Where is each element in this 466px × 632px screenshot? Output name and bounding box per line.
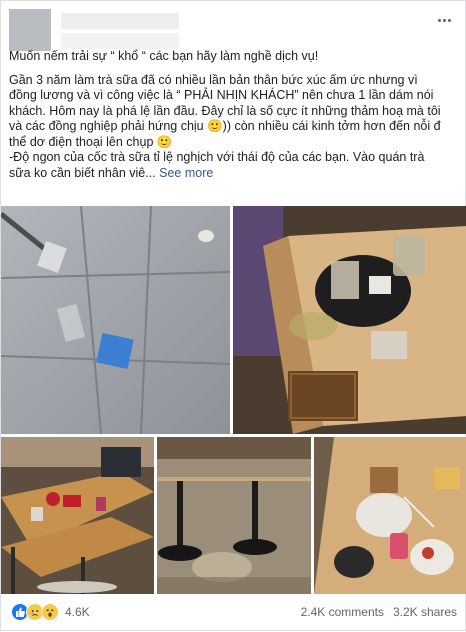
avatar[interactable] bbox=[9, 9, 51, 51]
post-footer: 4.6K 2.4K comments 3.2K shares bbox=[1, 594, 466, 632]
more-options-icon[interactable] bbox=[433, 11, 455, 29]
post-body-line: khách. Hôm nay là phá lệ lần đầu. Đây ch… bbox=[9, 103, 441, 118]
photo-sidewalk-trash-image bbox=[1, 206, 230, 434]
post-body-line: đồng lương và vì công việc là “ PHẢI NHỊ… bbox=[9, 88, 434, 102]
reactions-summary[interactable]: 4.6K bbox=[11, 603, 90, 621]
photo-food-table-image bbox=[314, 437, 466, 594]
post-body-line: và các đồng nghiệp phải hứng chịu 🙂)) cò… bbox=[9, 119, 441, 133]
shares-count[interactable]: 3.2K shares bbox=[393, 605, 457, 619]
post-body-line: -Độ ngon của cốc trà sữa tỉ lệ nghịch vớ… bbox=[9, 150, 425, 164]
engagement-counts: 2.4K comments 3.2K shares bbox=[301, 605, 457, 619]
photo-dirty-floor-image bbox=[157, 437, 311, 594]
photo-food-table[interactable] bbox=[314, 437, 466, 594]
post-body-line: Gần 3 năm làm trà sữa đã có nhiều lần bả… bbox=[9, 72, 418, 87]
post-text: Muốn nếm trải sự “ khổ “ các bạn hãy làm… bbox=[9, 49, 457, 181]
post-header bbox=[9, 9, 459, 53]
reaction-count[interactable]: 4.6K bbox=[65, 605, 90, 619]
photo-grid bbox=[1, 206, 466, 594]
photo-cafe-tables-image bbox=[1, 437, 154, 594]
facebook-post-card: Muốn nếm trải sự “ khổ “ các bạn hãy làm… bbox=[0, 0, 466, 631]
author-name-redacted[interactable] bbox=[61, 13, 179, 29]
photo-sidewalk-trash[interactable] bbox=[1, 206, 230, 434]
post-title-line: Muốn nếm trải sự “ khổ “ các bạn hãy làm… bbox=[9, 49, 319, 63]
photo-cafe-tables[interactable] bbox=[1, 437, 154, 594]
photo-messy-table[interactable] bbox=[233, 206, 466, 434]
post-body-line: thể dơ điện thoại lên chụp 🙂 bbox=[9, 134, 173, 149]
post-body-last-line: sữa ko cần biết nhân viê... See more bbox=[9, 166, 457, 182]
see-more-link[interactable]: See more bbox=[159, 166, 213, 180]
comments-count[interactable]: 2.4K comments bbox=[301, 605, 384, 619]
post-meta-redacted bbox=[61, 33, 179, 49]
post-body-line: sữa ko cần biết nhân viê... bbox=[9, 165, 160, 180]
photo-messy-table-image bbox=[233, 206, 466, 434]
photo-dirty-floor[interactable] bbox=[157, 437, 311, 594]
wow-reaction-icon bbox=[41, 603, 59, 621]
